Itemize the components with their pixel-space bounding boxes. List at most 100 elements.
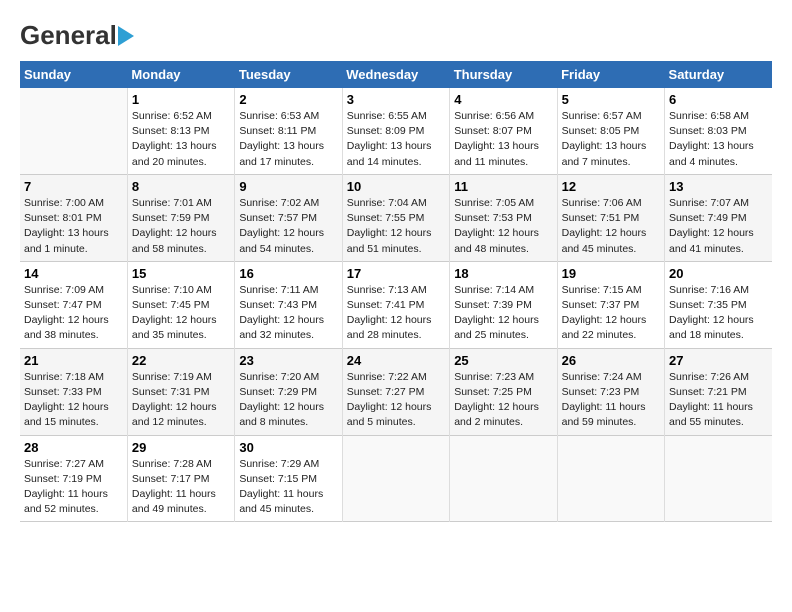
day-cell: 3 Sunrise: 6:55 AM Sunset: 8:09 PM Daylig…: [342, 88, 449, 174]
day-cell: 21 Sunrise: 7:18 AM Sunset: 7:33 PM Dayli…: [20, 348, 127, 435]
day-number: 12: [562, 179, 660, 194]
day-info: Sunrise: 6:55 AM Sunset: 8:09 PM Dayligh…: [347, 109, 445, 170]
day-cell: 8Sunrise: 7:01 AM Sunset: 7:59 PM Daylig…: [127, 174, 234, 261]
day-number: 16: [239, 266, 337, 281]
day-info: Sunrise: 7:18 AM Sunset: 7:33 PM Dayligh…: [24, 370, 123, 431]
day-cell: 28 Sunrise: 7:27 AM Sunset: 7:19 PM Dayli…: [20, 435, 127, 522]
weekday-header-row: SundayMondayTuesdayWednesdayThursdayFrid…: [20, 61, 772, 88]
day-info: Sunrise: 7:14 AM Sunset: 7:39 PM Dayligh…: [454, 283, 552, 344]
day-info: Sunrise: 7:06 AM Sunset: 7:51 PM Dayligh…: [562, 196, 660, 257]
day-number: 23: [239, 353, 337, 368]
day-number: 14: [24, 266, 123, 281]
day-cell: 11Sunrise: 7:05 AM Sunset: 7:53 PM Dayli…: [450, 174, 557, 261]
day-cell: 26 Sunrise: 7:24 AM Sunset: 7:23 PM Dayli…: [557, 348, 664, 435]
day-cell: [665, 435, 772, 522]
day-info: Sunrise: 7:15 AM Sunset: 7:37 PM Dayligh…: [562, 283, 660, 344]
day-info: Sunrise: 7:00 AM Sunset: 8:01 PM Dayligh…: [24, 196, 123, 257]
day-cell: 16 Sunrise: 7:11 AM Sunset: 7:43 PM Dayli…: [235, 261, 342, 348]
day-cell: 14 Sunrise: 7:09 AM Sunset: 7:47 PM Dayli…: [20, 261, 127, 348]
day-info: Sunrise: 7:28 AM Sunset: 7:17 PM Dayligh…: [132, 457, 230, 518]
day-cell: 29 Sunrise: 7:28 AM Sunset: 7:17 PM Dayli…: [127, 435, 234, 522]
day-info: Sunrise: 6:56 AM Sunset: 8:07 PM Dayligh…: [454, 109, 552, 170]
day-info: Sunrise: 7:13 AM Sunset: 7:41 PM Dayligh…: [347, 283, 445, 344]
day-number: 5: [562, 92, 660, 107]
day-info: Sunrise: 7:10 AM Sunset: 7:45 PM Dayligh…: [132, 283, 230, 344]
week-row-2: 7 Sunrise: 7:00 AM Sunset: 8:01 PM Daylig…: [20, 174, 772, 261]
day-cell: [450, 435, 557, 522]
day-cell: [20, 88, 127, 174]
weekday-header-saturday: Saturday: [665, 61, 772, 88]
day-info: Sunrise: 7:27 AM Sunset: 7:19 PM Dayligh…: [24, 457, 123, 518]
day-number: 20: [669, 266, 768, 281]
day-info: Sunrise: 7:29 AM Sunset: 7:15 PM Dayligh…: [239, 457, 337, 518]
day-number: 21: [24, 353, 123, 368]
day-info: Sunrise: 7:07 AM Sunset: 7:49 PM Dayligh…: [669, 196, 768, 257]
day-number: 10: [347, 179, 445, 194]
day-number: 9: [239, 179, 337, 194]
day-cell: 23 Sunrise: 7:20 AM Sunset: 7:29 PM Dayli…: [235, 348, 342, 435]
day-cell: 24 Sunrise: 7:22 AM Sunset: 7:27 PM Dayli…: [342, 348, 449, 435]
day-number: 8: [132, 179, 230, 194]
week-row-5: 28 Sunrise: 7:27 AM Sunset: 7:19 PM Dayli…: [20, 435, 772, 522]
weekday-header-friday: Friday: [557, 61, 664, 88]
calendar-table: SundayMondayTuesdayWednesdayThursdayFrid…: [20, 61, 772, 522]
day-number: 13: [669, 179, 768, 194]
day-cell: 12 Sunrise: 7:06 AM Sunset: 7:51 PM Dayli…: [557, 174, 664, 261]
day-info: Sunrise: 7:02 AM Sunset: 7:57 PM Dayligh…: [239, 196, 337, 257]
day-number: 24: [347, 353, 445, 368]
day-cell: 2 Sunrise: 6:53 AM Sunset: 8:11 PM Daylig…: [235, 88, 342, 174]
day-number: 15: [132, 266, 230, 281]
day-cell: 5 Sunrise: 6:57 AM Sunset: 8:05 PM Daylig…: [557, 88, 664, 174]
day-info: Sunrise: 7:26 AM Sunset: 7:21 PM Dayligh…: [669, 370, 768, 431]
day-number: 17: [347, 266, 445, 281]
day-info: Sunrise: 7:04 AM Sunset: 7:55 PM Dayligh…: [347, 196, 445, 257]
day-cell: 22Sunrise: 7:19 AM Sunset: 7:31 PM Dayli…: [127, 348, 234, 435]
day-cell: [342, 435, 449, 522]
day-cell: 9 Sunrise: 7:02 AM Sunset: 7:57 PM Daylig…: [235, 174, 342, 261]
day-cell: 30 Sunrise: 7:29 AM Sunset: 7:15 PM Dayli…: [235, 435, 342, 522]
weekday-header-thursday: Thursday: [450, 61, 557, 88]
weekday-header-sunday: Sunday: [20, 61, 127, 88]
day-cell: 17 Sunrise: 7:13 AM Sunset: 7:41 PM Dayli…: [342, 261, 449, 348]
weekday-header-tuesday: Tuesday: [235, 61, 342, 88]
day-number: 27: [669, 353, 768, 368]
day-info: Sunrise: 7:16 AM Sunset: 7:35 PM Dayligh…: [669, 283, 768, 344]
day-cell: 4 Sunrise: 6:56 AM Sunset: 8:07 PM Daylig…: [450, 88, 557, 174]
day-info: Sunrise: 6:58 AM Sunset: 8:03 PM Dayligh…: [669, 109, 768, 170]
day-number: 30: [239, 440, 337, 455]
day-number: 28: [24, 440, 123, 455]
day-cell: 15 Sunrise: 7:10 AM Sunset: 7:45 PM Dayli…: [127, 261, 234, 348]
day-number: 26: [562, 353, 660, 368]
day-info: Sunrise: 7:09 AM Sunset: 7:47 PM Dayligh…: [24, 283, 123, 344]
day-number: 18: [454, 266, 552, 281]
day-number: 2: [239, 92, 337, 107]
day-info: Sunrise: 6:53 AM Sunset: 8:11 PM Dayligh…: [239, 109, 337, 170]
day-info: Sunrise: 7:22 AM Sunset: 7:27 PM Dayligh…: [347, 370, 445, 431]
day-number: 1: [132, 92, 230, 107]
day-cell: 6 Sunrise: 6:58 AM Sunset: 8:03 PM Daylig…: [665, 88, 772, 174]
day-number: 25: [454, 353, 552, 368]
day-cell: 25 Sunrise: 7:23 AM Sunset: 7:25 PM Dayli…: [450, 348, 557, 435]
day-info: Sunrise: 7:24 AM Sunset: 7:23 PM Dayligh…: [562, 370, 660, 431]
day-cell: [557, 435, 664, 522]
day-info: Sunrise: 7:11 AM Sunset: 7:43 PM Dayligh…: [239, 283, 337, 344]
weekday-header-monday: Monday: [127, 61, 234, 88]
logo-text-general: General: [20, 20, 117, 51]
day-number: 3: [347, 92, 445, 107]
week-row-1: 1Sunrise: 6:52 AM Sunset: 8:13 PM Daylig…: [20, 88, 772, 174]
day-cell: 7 Sunrise: 7:00 AM Sunset: 8:01 PM Daylig…: [20, 174, 127, 261]
logo-arrow-icon: [118, 26, 134, 46]
day-info: Sunrise: 7:05 AM Sunset: 7:53 PM Dayligh…: [454, 196, 552, 257]
day-info: Sunrise: 7:23 AM Sunset: 7:25 PM Dayligh…: [454, 370, 552, 431]
week-row-3: 14 Sunrise: 7:09 AM Sunset: 7:47 PM Dayli…: [20, 261, 772, 348]
day-info: Sunrise: 7:19 AM Sunset: 7:31 PM Dayligh…: [132, 370, 230, 431]
day-number: 19: [562, 266, 660, 281]
day-info: Sunrise: 6:57 AM Sunset: 8:05 PM Dayligh…: [562, 109, 660, 170]
day-number: 7: [24, 179, 123, 194]
day-number: 4: [454, 92, 552, 107]
day-number: 6: [669, 92, 768, 107]
day-cell: 27 Sunrise: 7:26 AM Sunset: 7:21 PM Dayli…: [665, 348, 772, 435]
day-number: 29: [132, 440, 230, 455]
day-info: Sunrise: 7:20 AM Sunset: 7:29 PM Dayligh…: [239, 370, 337, 431]
page-header: General: [20, 20, 772, 51]
